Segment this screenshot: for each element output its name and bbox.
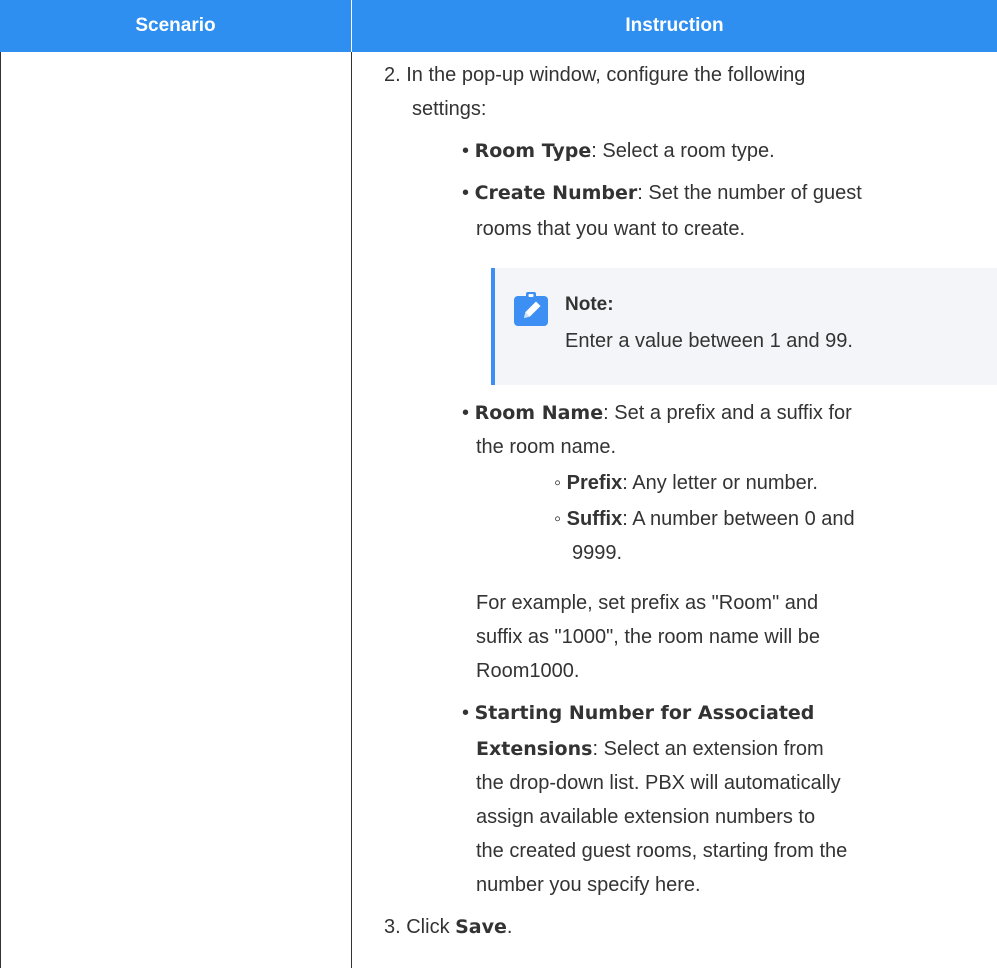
list-item-starting-number: • Starting Number for Associated xyxy=(462,696,814,730)
list-item-create-number: • Create Number: Set the number of guest xyxy=(462,176,862,210)
room-type-label: Room Type xyxy=(474,140,592,162)
starting-number-label: Starting Number for Associated xyxy=(474,702,815,724)
list-item-room-name: • Room Name: Set a prefix and a suffix f… xyxy=(462,396,852,430)
step-3: 3. Click Save. xyxy=(384,910,512,944)
starting-number-line-2: Extensions: Select an extension from xyxy=(476,732,824,766)
starting-number-line-4: assign available extension numbers to xyxy=(476,806,816,828)
prefix-text: : Any letter or number. xyxy=(622,472,818,494)
note-body: Enter a value between 1 and 99. xyxy=(565,330,853,352)
starting-number-line-3: the drop-down list. PBX will automatical… xyxy=(476,772,841,794)
example-line-3: Room1000. xyxy=(476,660,580,682)
pencil-edit-icon xyxy=(514,292,548,326)
note-accent-bar xyxy=(491,268,495,385)
header-scenario: Scenario xyxy=(0,0,351,52)
sub-item-prefix: ◦ Prefix: Any letter or number. xyxy=(554,466,818,500)
create-number-label: Create Number xyxy=(474,182,638,204)
note-title: Note: xyxy=(565,294,614,315)
starting-number-line-6: number you specify here. xyxy=(476,874,701,896)
prefix-label: Prefix xyxy=(566,472,623,494)
step-3-prefix: 3. Click xyxy=(384,916,456,938)
suffix-text: : A number between 0 and xyxy=(622,508,855,530)
step-2-line-1: 2. In the pop-up window, configure the f… xyxy=(384,64,806,86)
note-box: Note: Enter a value between 1 and 99. xyxy=(491,268,997,385)
bullet: • xyxy=(462,402,475,424)
example-line-2: suffix as "1000", the room name will be xyxy=(476,626,821,648)
suffix-text-cont: 9999. xyxy=(572,542,623,564)
room-type-text: : Select a room type. xyxy=(591,140,775,162)
starting-number-line-5: the created guest rooms, starting from t… xyxy=(476,840,848,862)
bullet: • xyxy=(462,182,475,204)
column-divider xyxy=(351,52,352,968)
header-instruction: Instruction xyxy=(352,0,997,52)
bullet: • xyxy=(462,140,475,162)
example-line-1: For example, set prefix as "Room" and xyxy=(476,592,819,614)
create-number-text-cont: rooms that you want to create. xyxy=(476,218,746,240)
sub-bullet: ◦ xyxy=(554,472,567,494)
step-3-suffix: . xyxy=(506,916,513,938)
step-2-line-2: settings: xyxy=(412,98,487,120)
extensions-label: Extensions xyxy=(476,738,593,760)
suffix-label: Suffix xyxy=(566,508,623,530)
room-name-text: : Set a prefix and a suffix for xyxy=(603,402,852,424)
sub-bullet: ◦ xyxy=(554,508,567,530)
list-item-room-type: • Room Type: Select a room type. xyxy=(462,134,775,168)
bullet: • xyxy=(462,702,475,724)
room-name-label: Room Name xyxy=(474,402,604,424)
create-number-text: : Set the number of guest xyxy=(637,182,862,204)
instruction-table: Scenario Instruction 2. In the pop-up wi… xyxy=(0,0,997,968)
save-label: Save xyxy=(455,916,507,938)
room-name-text-cont: the room name. xyxy=(476,436,617,458)
starting-number-text: : Select an extension from xyxy=(592,738,824,760)
sub-item-suffix: ◦ Suffix: A number between 0 and xyxy=(554,502,855,536)
table-border-left xyxy=(0,52,1,968)
